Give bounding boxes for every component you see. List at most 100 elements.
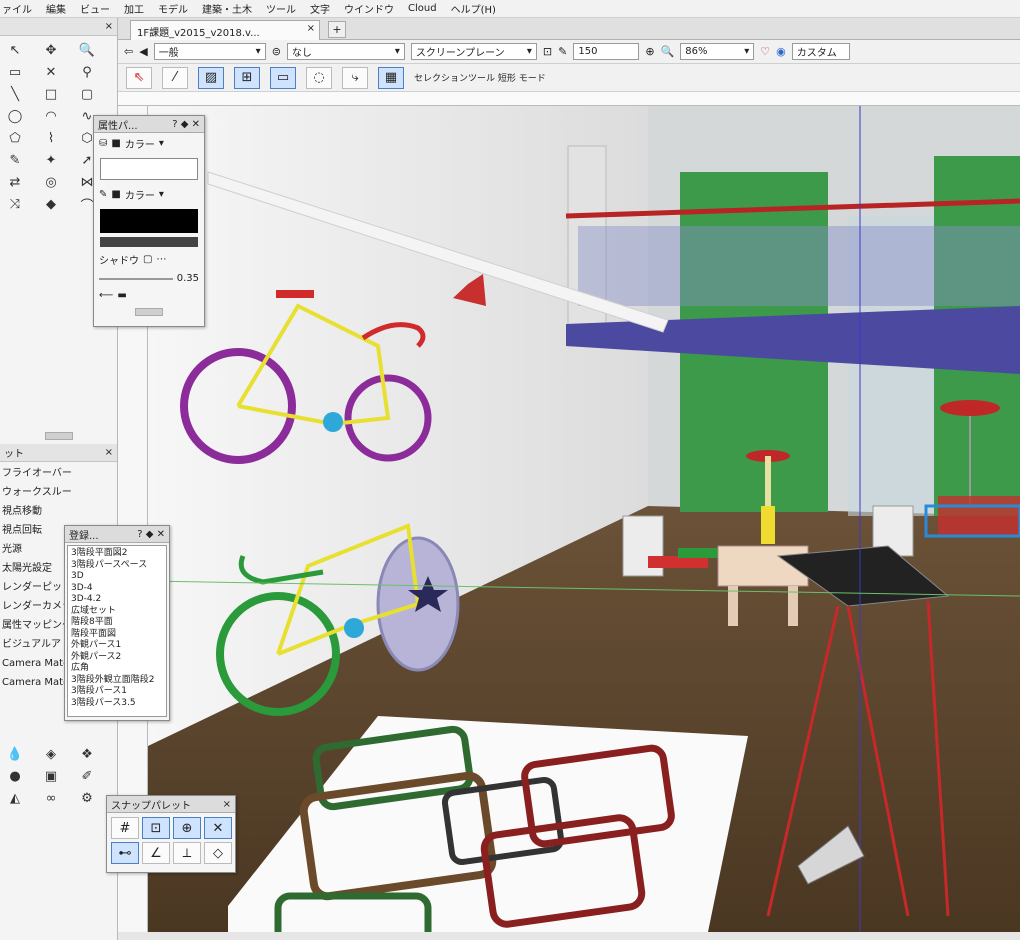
shadow-button[interactable]: シャドウ	[99, 252, 139, 267]
fill-style-label[interactable]: カラー	[125, 136, 155, 151]
snap-distance-icon[interactable]: ⊷	[111, 842, 139, 864]
attributes-palette-header[interactable]: 属性パ... ? ◆ ✕	[94, 116, 204, 133]
close-icon[interactable]: ×	[105, 21, 113, 32]
scale-select[interactable]: 86% ▾	[680, 43, 755, 60]
chevron-down-icon[interactable]: ▾	[159, 138, 164, 149]
list-item[interactable]: 3D	[71, 571, 163, 583]
list-item[interactable]: 視点移動	[0, 500, 117, 519]
list-item[interactable]: フライオーバー	[0, 462, 117, 481]
snap-working-plane-icon[interactable]: ◇	[204, 842, 232, 864]
menu-text[interactable]: 文字	[310, 1, 330, 16]
snap-center-icon[interactable]: ⊕	[173, 817, 201, 839]
close-icon[interactable]: ×	[307, 23, 315, 34]
list-item[interactable]: 3階段平面図2	[71, 548, 163, 560]
help-icon[interactable]: ?	[172, 119, 177, 130]
palette-resize-grip[interactable]	[135, 308, 163, 316]
target-icon[interactable]: ◎	[38, 172, 64, 192]
list-item[interactable]: 3D-4.2	[71, 594, 163, 606]
list-item[interactable]: ウォークスルー	[0, 481, 117, 500]
arrow-left-icon[interactable]: ⟵	[99, 290, 113, 301]
grid-mode-icon[interactable]: ▦	[378, 66, 404, 89]
snap-object-icon[interactable]: ⊡	[142, 817, 170, 839]
heart-icon[interactable]: ♡	[760, 45, 770, 58]
list-item[interactable]: 3D-4	[71, 583, 163, 595]
menu-help[interactable]: ヘルプ(H)	[451, 1, 496, 16]
class-select[interactable]: 一般 ▾	[153, 43, 266, 60]
menu-tools[interactable]: ツール	[266, 1, 296, 16]
selection-tool-icon[interactable]: ↖	[2, 40, 28, 60]
cursor-mode-icon[interactable]: ⤷	[342, 66, 368, 89]
fill-color-swatch[interactable]	[100, 158, 198, 180]
arc-tool-icon[interactable]: ◠	[38, 106, 64, 126]
list-item[interactable]: 3階段パース1	[71, 686, 163, 698]
snap-angle-icon[interactable]: ∠	[142, 842, 170, 864]
saved-views-header[interactable]: 登録... ? ◆ ✕	[65, 526, 169, 543]
rect-tool-icon[interactable]: □	[38, 84, 64, 104]
texture-icon[interactable]: ◈	[38, 744, 64, 764]
list-item[interactable]: 3階段パース3.5	[71, 698, 163, 710]
polyline-icon[interactable]: ⌇	[38, 128, 64, 148]
snap-grid-icon[interactable]: #	[111, 817, 139, 839]
hatch-mode-icon[interactable]: ▨	[198, 66, 224, 89]
pen-swatch-icon[interactable]: ■	[111, 189, 120, 200]
menu-modify[interactable]: 加工	[124, 1, 144, 16]
menu-view[interactable]: ビュー	[80, 1, 110, 16]
shape-icon[interactable]: ◆	[38, 194, 64, 214]
cube-icon[interactable]: ▣	[38, 766, 64, 786]
shadow-toggle-icon[interactable]: ▢	[143, 254, 152, 265]
close-icon[interactable]: ×	[105, 447, 113, 458]
view-select[interactable]: カスタム	[791, 43, 850, 60]
rectangle-select-icon[interactable]: ▭	[2, 62, 28, 82]
chevron-down-icon[interactable]: ▾	[159, 189, 164, 200]
pen-color-swatch[interactable]	[100, 209, 198, 233]
more-icon[interactable]: ⋯	[156, 254, 166, 265]
rendered-scene[interactable]	[148, 106, 1020, 932]
layer-select[interactable]: なし ▾	[286, 43, 405, 60]
cross-icon[interactable]: ✕	[38, 62, 64, 82]
list-item[interactable]: 階段8平面	[71, 617, 163, 629]
draw-mode-icon[interactable]: ⁄	[162, 66, 188, 89]
close-icon[interactable]: ×	[223, 799, 231, 810]
list-item[interactable]: 3階段外観立面階段2	[71, 675, 163, 687]
list-item[interactable]: 3階段パースペース	[71, 560, 163, 572]
rect-mode-icon[interactable]: ▭	[270, 66, 296, 89]
list-item[interactable]: 外観パース1	[71, 640, 163, 652]
snap-tangent-icon[interactable]: ⟂	[173, 842, 201, 864]
menu-file[interactable]: ァイル	[2, 1, 32, 16]
lasso-mode-icon[interactable]: ◌	[306, 66, 332, 89]
round-rect-icon[interactable]: ▢	[74, 84, 100, 104]
zoom-tool-icon[interactable]: 🔍	[74, 40, 100, 60]
list-item[interactable]: 外観パース2	[71, 652, 163, 664]
back-arrow-icon[interactable]: ⇦	[124, 45, 133, 58]
opacity-slider[interactable]	[99, 277, 173, 280]
snap-palette-header[interactable]: スナップパレット ×	[107, 796, 235, 813]
pencil-icon[interactable]: ✎	[558, 45, 567, 58]
menu-window[interactable]: ウインドウ	[344, 1, 394, 16]
zoom-field[interactable]: 150	[573, 43, 640, 60]
palette-resize-grip[interactable]	[44, 432, 73, 440]
snap-intersection-icon[interactable]: ✕	[204, 817, 232, 839]
menu-edit[interactable]: 編集	[46, 1, 66, 16]
line-weight-swatch[interactable]	[100, 237, 198, 247]
pencil-icon[interactable]: ✐	[74, 766, 100, 786]
list-item[interactable]: 広角	[71, 663, 163, 675]
menu-model[interactable]: モデル	[158, 1, 188, 16]
search-icon[interactable]: 🔍	[661, 45, 675, 58]
render-icon[interactable]: ❖	[74, 744, 100, 764]
mirror-icon[interactable]: ⇄	[2, 172, 28, 192]
circle-tool-icon[interactable]: ◯	[2, 106, 28, 126]
list-item[interactable]: 階段平面図	[71, 629, 163, 641]
fill-swatch-icon[interactable]: ■	[111, 138, 120, 149]
gear-icon[interactable]: ⚙	[74, 788, 100, 808]
select-mode-icon[interactable]: ⇖	[126, 66, 152, 89]
close-icon[interactable]: ✕	[192, 119, 200, 130]
bulb-icon[interactable]: ●	[2, 766, 28, 786]
zoom-in-icon[interactable]: ⊕	[645, 45, 654, 58]
eyedropper-icon[interactable]: ✎	[2, 150, 28, 170]
working-plane-select[interactable]: スクリーンプレーン ▾	[410, 43, 537, 60]
menu-architecture[interactable]: 建築・土木	[202, 1, 252, 16]
offset-icon[interactable]: ⤨	[2, 194, 28, 214]
polygon-tool-icon[interactable]: ⬠	[2, 128, 28, 148]
camera-icon[interactable]: ◉	[776, 45, 786, 58]
align-mode-icon[interactable]: ⊞	[234, 66, 260, 89]
